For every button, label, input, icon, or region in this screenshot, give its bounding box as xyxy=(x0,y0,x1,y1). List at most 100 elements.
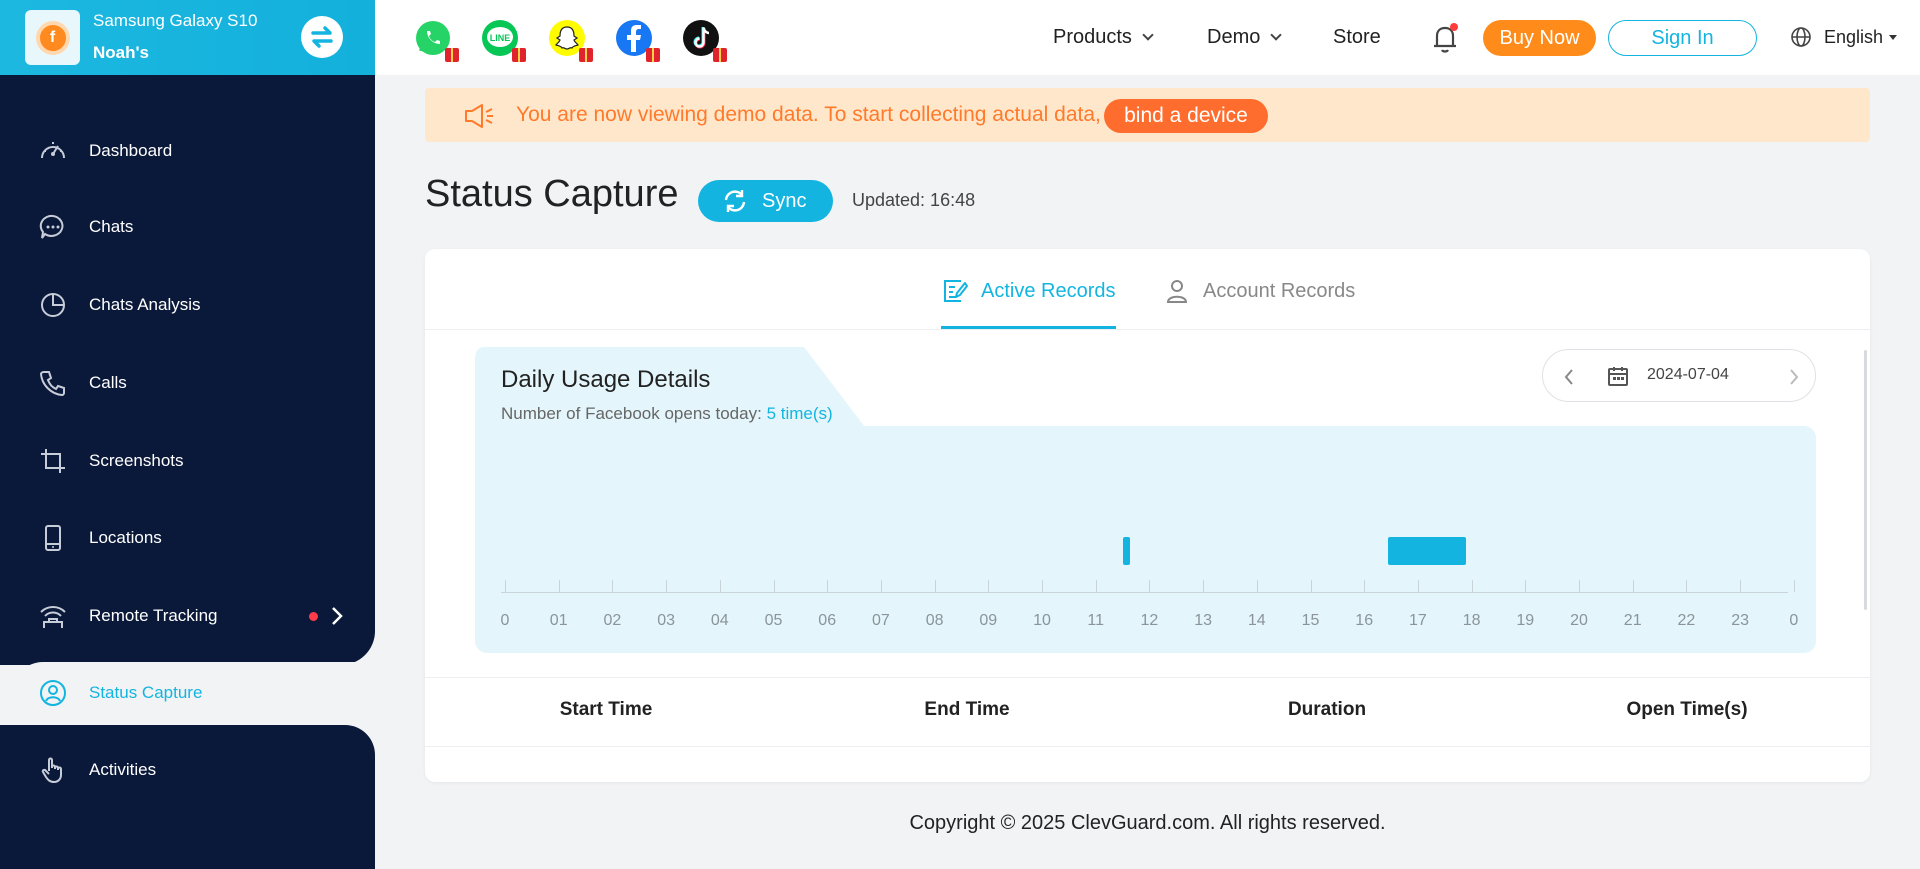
bell-icon[interactable] xyxy=(1428,20,1462,56)
timeline-tick xyxy=(1095,580,1097,592)
usage-session-bar[interactable] xyxy=(1388,537,1467,565)
wifi-signal-icon xyxy=(40,606,66,628)
caret-down-icon xyxy=(1889,34,1898,40)
chevron-right-icon[interactable] xyxy=(1788,368,1800,386)
whatsapp-icon[interactable] xyxy=(413,18,459,62)
timeline-tick xyxy=(1149,580,1151,592)
sidebar-item-activities[interactable]: Activities xyxy=(0,739,375,801)
sidebar-item-label: Chats Analysis xyxy=(89,295,201,314)
edit-note-icon xyxy=(944,280,968,302)
column-header-end-time[interactable]: End Time xyxy=(924,699,1009,721)
timeline-tick xyxy=(1686,580,1688,592)
megaphone-icon xyxy=(465,104,493,128)
column-header-open-times[interactable]: Open Time(s) xyxy=(1626,699,1747,721)
timeline-hour-label: 22 xyxy=(1677,612,1696,629)
timeline-hour-label: 11 xyxy=(1087,612,1104,629)
sign-in-button[interactable]: Sign In xyxy=(1608,20,1757,56)
timeline-tick xyxy=(1632,580,1634,592)
facebook-icon[interactable] xyxy=(614,18,660,62)
hand-pointer-icon xyxy=(41,757,62,783)
device-owner: Noah's xyxy=(93,43,149,62)
timeline-hour-label: 04 xyxy=(710,612,729,629)
sync-button[interactable]: Sync xyxy=(698,180,833,222)
sidebar-item-label: Remote Tracking xyxy=(89,606,218,625)
chevron-down-icon xyxy=(1270,29,1283,41)
timeline-axis xyxy=(501,592,1788,593)
sync-icon xyxy=(724,190,746,212)
timeline-tick xyxy=(505,580,506,592)
device-avatar: f xyxy=(25,10,80,65)
line-icon[interactable]: LINE xyxy=(480,18,526,62)
sidebar-item-label: Chats xyxy=(89,217,134,236)
sidebar-item-label: Locations xyxy=(89,528,162,547)
bind-device-button[interactable]: bind a device xyxy=(1104,99,1268,133)
timeline-tick xyxy=(719,580,721,592)
sidebar-item-chats[interactable]: Chats xyxy=(0,196,375,258)
timeline-tick xyxy=(1471,580,1473,592)
sidebar-item-label: Activities xyxy=(89,760,157,779)
sidebar-item-calls[interactable]: Calls xyxy=(0,352,375,414)
timeline-hour-label: 18 xyxy=(1462,612,1481,629)
top-navigation: LINE Products Demo Store Buy Now Sign In… xyxy=(375,0,1920,75)
timeline-hour-label: 15 xyxy=(1301,612,1320,629)
phone-icon xyxy=(39,371,65,397)
sidebar-item-screenshots[interactable]: Screenshots xyxy=(0,430,375,492)
tiktok-icon[interactable] xyxy=(681,18,727,62)
store-link[interactable]: Store xyxy=(1333,26,1381,49)
sidebar: f Samsung Galaxy S10 Noah's Dashboard Ch… xyxy=(0,0,402,869)
timeline-hour-label: 12 xyxy=(1140,612,1159,629)
chevron-left-icon[interactable] xyxy=(1563,368,1575,386)
sidebar-item-status-capture[interactable]: Status Capture xyxy=(0,662,375,724)
sidebar-item-label: Status Capture xyxy=(89,683,203,702)
timeline-hour-label: 01 xyxy=(549,612,568,629)
pie-chart-icon xyxy=(41,293,65,317)
timeline-tick xyxy=(666,580,668,592)
user-circle-icon xyxy=(40,680,66,706)
date-picker[interactable]: 2024-07-04 xyxy=(1542,349,1816,402)
timeline-hour-label: 21 xyxy=(1623,612,1642,629)
demo-notice-banner: You are now viewing demo data. To start … xyxy=(425,88,1870,142)
timeline-hour-label: 05 xyxy=(764,612,783,629)
globe-icon xyxy=(1791,27,1811,47)
timeline-hour-label: 03 xyxy=(657,612,675,629)
column-header-duration[interactable]: Duration xyxy=(1288,699,1366,721)
timeline-hour-label: 13 xyxy=(1194,612,1212,629)
timeline-hour-label: 16 xyxy=(1355,612,1374,629)
timeline-hour-label: 06 xyxy=(818,612,837,629)
timeline-tick xyxy=(1417,580,1419,592)
footer-copyright: Copyright © 2025 ClevGuard.com. All righ… xyxy=(909,812,1386,834)
mobile-device-icon xyxy=(45,525,61,551)
timeline-tick xyxy=(1310,580,1312,592)
products-menu[interactable]: Products xyxy=(1053,26,1154,49)
sidebar-item-label: Calls xyxy=(89,373,127,392)
column-header-start-time[interactable]: Start Time xyxy=(560,699,653,721)
records-card: Active Records Account Records Daily Usa… xyxy=(425,249,1870,782)
timeline-hour-label: 20 xyxy=(1570,612,1588,629)
timeline-hour-label: 19 xyxy=(1516,612,1535,629)
timeline-tick xyxy=(1740,580,1742,592)
snapchat-icon[interactable] xyxy=(547,18,593,62)
switch-device-button[interactable] xyxy=(301,16,343,58)
tab-account-records[interactable]: Account Records xyxy=(1163,277,1355,305)
facebook-badge-icon: f xyxy=(35,20,70,55)
language-select[interactable]: English xyxy=(1790,26,1898,48)
gauge-icon xyxy=(41,142,65,159)
demo-menu[interactable]: Demo xyxy=(1207,26,1283,49)
sidebar-item-chats-analysis[interactable]: Chats Analysis xyxy=(0,274,375,336)
updated-time: Updated: 16:48 xyxy=(852,190,976,210)
scrollbar[interactable] xyxy=(1864,350,1867,610)
timeline-tick xyxy=(1203,580,1205,592)
sidebar-item-remote-tracking[interactable]: Remote Tracking xyxy=(0,585,375,647)
sidebar-item-locations[interactable]: Locations xyxy=(0,507,375,569)
timeline-tick xyxy=(827,580,829,592)
usage-session-bar[interactable] xyxy=(1122,537,1130,565)
tab-active-records[interactable]: Active Records xyxy=(941,277,1116,305)
timeline-hour-label: 02 xyxy=(603,612,622,629)
buy-now-button[interactable]: Buy Now xyxy=(1483,20,1596,56)
timeline-hour-label: 09 xyxy=(979,612,998,629)
page-title: Status Capture xyxy=(425,173,679,215)
sidebar-item-dashboard[interactable]: Dashboard xyxy=(0,120,375,182)
timeline-hour-label: 10 xyxy=(1033,612,1051,629)
timeline-tick xyxy=(880,580,882,592)
timeline-tick xyxy=(1042,580,1043,592)
